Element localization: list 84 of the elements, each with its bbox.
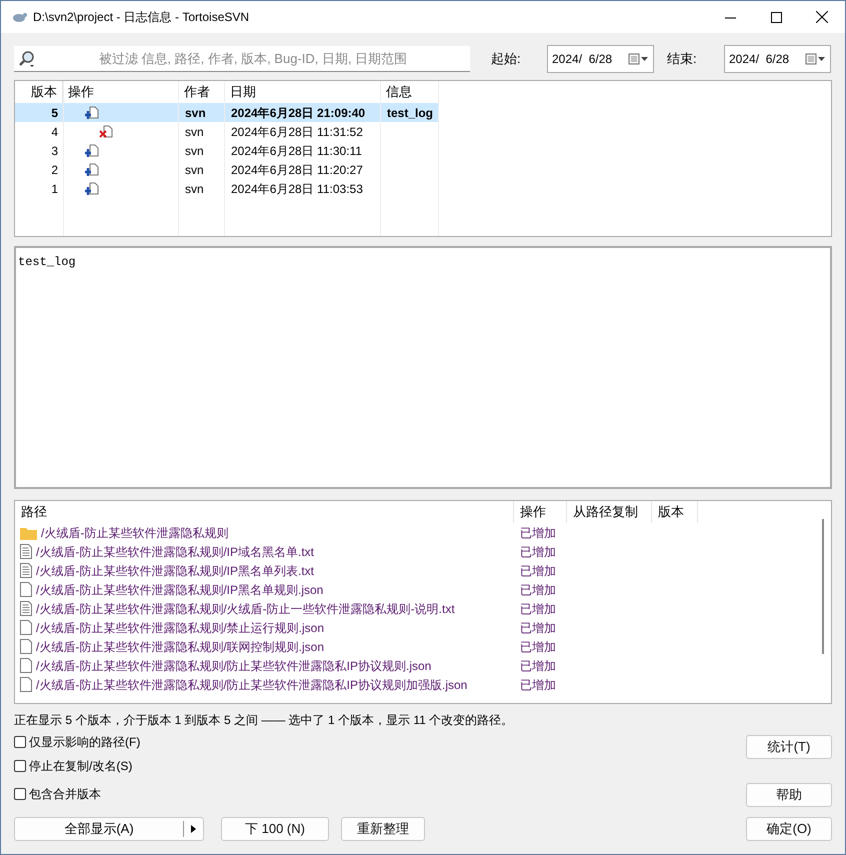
file-plus-icon [85, 106, 99, 120]
author-cell: svn [185, 106, 206, 120]
refresh-button[interactable]: 重新整理 [341, 817, 425, 841]
log-row[interactable]: 4 svn 2024年6月28日 11:31:52 [15, 122, 439, 141]
date-cell: 2024年6月28日 11:20:27 [231, 162, 363, 176]
revision-cell: 4 [51, 124, 58, 138]
path-cell[interactable]: /火绒盾-防止某些软件泄露隐私规则/火绒盾-防止一些软件泄露隐私规则-说明.txt [36, 600, 455, 618]
action-cell: 已增加 [520, 582, 556, 596]
file-icon [20, 677, 32, 692]
help-button[interactable]: 帮助 [746, 783, 832, 807]
author-cell: svn [185, 124, 204, 138]
path-cell[interactable]: /火绒盾-防止某些软件泄露隐私规则/防止某些软件泄露隐私IP协议规则加强版.json [36, 676, 468, 694]
message-text: test_log [18, 255, 76, 269]
date-picker[interactable]: 2024/ 6/28 [724, 45, 831, 73]
path-cell[interactable]: /火绒盾-防止某些软件泄露隐私规则/联网控制规则.json [36, 638, 324, 656]
search-icon [18, 50, 36, 68]
scrollbar-thumb[interactable] [822, 519, 824, 654]
filter-field[interactable]: 被过滤 信息, 路径, 作者, 版本, Bug-ID, 日期, 日期范围 [14, 46, 470, 72]
action-cell: 已增加 [520, 658, 556, 672]
action-cell: 已增加 [520, 526, 556, 540]
message-cell: test_log [387, 106, 434, 120]
revision-cell: 5 [51, 106, 58, 120]
statistics-button[interactable]: 统计(T) [746, 735, 832, 759]
action-cell: 已增加 [520, 564, 556, 578]
show-all-label[interactable]: 全部显示(A) [15, 818, 183, 840]
file-icon [20, 658, 32, 673]
from-label: 起始: [491, 50, 522, 68]
action-cell: 已增加 [520, 602, 556, 616]
author-cell: svn [185, 144, 204, 158]
action-cell: 已增加 [520, 620, 556, 634]
revision-cell: 1 [51, 182, 58, 196]
checkbox-label[interactable]: 停止在复制/改名(S) [29, 757, 132, 775]
text-file-icon [20, 601, 32, 616]
folder-icon [20, 526, 37, 540]
file-plus-icon [85, 162, 99, 176]
log-row[interactable]: 5 svn 2024年6月28日 21:09:40 test_log [15, 103, 439, 122]
next-100-button[interactable]: 下 100 (N) [221, 817, 329, 841]
revision-cell: 2 [51, 162, 58, 176]
date-cell: 2024年6月28日 11:31:52 [231, 124, 363, 138]
log-row[interactable]: 2 svn 2024年6月28日 11:20:27 [15, 160, 439, 179]
path-cell[interactable]: /火绒盾-防止某些软件泄露隐私规则/防止某些软件泄露隐私IP协议规则.json [36, 656, 432, 674]
log-row[interactable]: 1 svn 2024年6月28日 11:03:53 [15, 179, 439, 198]
column-header[interactable]: 从路径复制 [567, 501, 652, 523]
checkbox-label[interactable]: 仅显示影响的路径(F) [29, 733, 140, 751]
path-cell[interactable]: /火绒盾-防止某些软件泄露隐私规则/禁止运行规则.json [36, 618, 324, 636]
action-cell: 已增加 [520, 544, 556, 558]
path-cell[interactable]: /火绒盾-防止某些软件泄露隐私规则/IP域名黑名单.txt [36, 542, 314, 560]
status-text: 正在显示 5 个版本，介于版本 1 到版本 5 之间 —— 选中了 1 个版本，显示 11 个改变的路径。 [14, 712, 514, 729]
file-icon [20, 582, 32, 597]
file-icon [20, 639, 32, 654]
column-header[interactable]: 路径 [15, 501, 514, 523]
checkbox[interactable] [14, 788, 26, 800]
path-cell[interactable]: /火绒盾-防止某些软件泄露隐私规则/IP黑名单列表.txt [36, 562, 314, 580]
checkbox[interactable] [14, 760, 26, 772]
file-plus-icon [85, 182, 99, 196]
file-plus-icon [85, 144, 99, 158]
checkbox[interactable] [14, 736, 26, 748]
show-all-split-button[interactable]: 全部显示(A) [14, 817, 204, 841]
text-file-icon [20, 563, 32, 578]
filter-input[interactable]: 被过滤 信息, 路径, 作者, 版本, Bug-ID, 日期, 日期范围 [40, 48, 466, 68]
log-row[interactable]: 3 svn 2024年6月28日 11:30:11 [15, 141, 439, 160]
to-label: 结束: [667, 50, 698, 68]
window-title: D:\svn2\project - 日志信息 - TortoiseSVN [33, 9, 250, 26]
date-cell: 2024年6月28日 11:03:53 [231, 182, 363, 196]
action-cell: 已增加 [520, 640, 556, 654]
calendar-dropdown-icon [628, 53, 650, 65]
column-header[interactable]: 操作 [514, 501, 567, 523]
file-icon [20, 620, 32, 635]
revision-cell: 3 [51, 144, 58, 158]
author-cell: svn [185, 162, 204, 176]
ok-button[interactable]: 确定(O) [746, 817, 832, 841]
checkbox-label[interactable]: 包含合并版本 [29, 785, 101, 803]
text-file-icon [20, 544, 32, 559]
path-cell[interactable]: /火绒盾-防止某些软件泄露隐私规则/IP黑名单规则.json [36, 580, 324, 598]
author-cell: svn [185, 182, 204, 196]
calendar-dropdown-icon [805, 53, 827, 65]
date-cell: 2024年6月28日 11:30:11 [231, 144, 362, 158]
column-header[interactable]: 版本 [652, 501, 698, 523]
date-picker[interactable]: 2024/ 6/28 [547, 45, 654, 73]
path-cell[interactable]: /火绒盾-防止某些软件泄露隐私规则 [41, 524, 228, 542]
file-cross-icon [99, 124, 113, 138]
date-cell: 2024年6月28日 21:09:40 [231, 106, 366, 120]
action-cell: 已增加 [520, 678, 556, 692]
caret-icon [191, 825, 196, 833]
